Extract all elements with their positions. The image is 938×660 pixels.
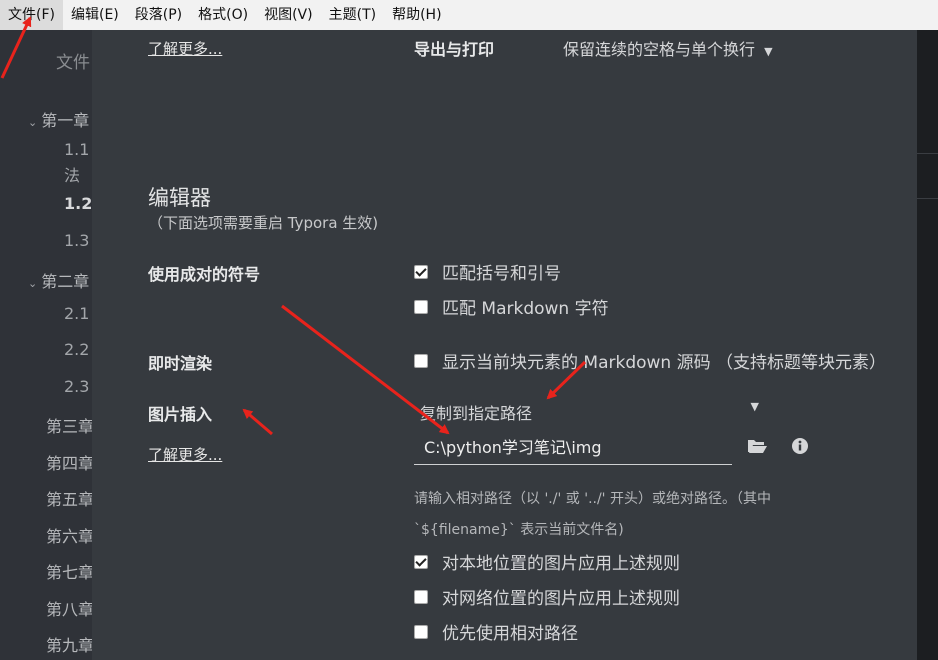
outline-item[interactable]: ⌄ 第一章 [28, 107, 89, 131]
match-brackets-checkbox[interactable] [414, 264, 428, 279]
option-label: 显示当前块元素的 Markdown 源码 （支持标题等块元素） [442, 353, 886, 373]
outline-item[interactable]: 法 [64, 162, 80, 186]
menu-bar: 文件(F) 编辑(E) 段落(P) 格式(O) 视图(V) 主题(T) 帮助(H… [0, 0, 938, 31]
sidebar-title: 文件 [56, 53, 90, 73]
outline-item[interactable]: 2.1 [64, 304, 89, 323]
export-select-value: 保留连续的空格与单个换行 [563, 40, 756, 59]
outline-item[interactable]: 2.2 [64, 340, 89, 359]
image-learn-more-link[interactable]: 了解更多... [148, 444, 222, 465]
editor-restart-note: （下面选项需要重启 Typora 生效) [148, 214, 379, 232]
outline-sidebar: 文件 ⌄ 第一章 1.1 法 1.2 1.3 ⌄ 第二章 2.1 2.2 2.3 第… [0, 30, 92, 660]
outline-item[interactable]: 第六章 [46, 523, 92, 547]
match-brackets-option[interactable]: 匹配括号和引号 [414, 259, 561, 284]
menu-edit[interactable]: 编辑(E) [63, 0, 127, 30]
option-label: 优先使用相对路径 [442, 624, 578, 644]
image-insert-select[interactable]: 复制到指定路径 ▼ [414, 398, 759, 424]
outline-item[interactable]: ⌄ 第二章 [28, 268, 89, 292]
divider [917, 153, 938, 154]
prefer-relative-option[interactable]: 优先使用相对路径 [414, 619, 578, 644]
divider [917, 198, 938, 199]
outline-item[interactable]: 第五章 [46, 486, 92, 510]
menu-help[interactable]: 帮助(H) [384, 0, 449, 30]
chevron-down-icon[interactable]: ⌄ [28, 116, 37, 129]
menu-paragraph[interactable]: 段落(P) [127, 0, 190, 30]
outline-item[interactable]: 第三章 [46, 413, 92, 437]
preferences-panel: 了解更多... 导出与打印 保留连续的空格与单个换行 ▼ 编辑器 （下面选项需要… [92, 30, 917, 660]
folder-open-icon[interactable] [746, 435, 768, 457]
menu-format[interactable]: 格式(O) [190, 0, 256, 30]
outline-item[interactable]: 2.3 [64, 377, 89, 396]
outline-item[interactable]: 第七章 [46, 559, 92, 583]
outline-item[interactable]: 1.1 [64, 140, 89, 159]
option-label: 匹配括号和引号 [442, 264, 561, 284]
instant-render-label: 即时渲染 [148, 354, 213, 373]
right-edge-panel [917, 30, 938, 660]
dropdown-arrow-icon: ▼ [764, 45, 773, 58]
export-learn-more-link[interactable]: 了解更多... [148, 38, 222, 59]
outline-item[interactable]: 第九章 [46, 632, 92, 656]
outline-item-active[interactable]: 1.2 [64, 194, 92, 213]
image-insert-label: 图片插入 [148, 405, 213, 424]
option-label: 对网络位置的图片应用上述规则 [442, 589, 680, 609]
image-path-input[interactable] [414, 427, 732, 465]
menu-theme[interactable]: 主题(T) [321, 0, 384, 30]
prefer-relative-checkbox[interactable] [414, 624, 428, 639]
export-select[interactable]: 保留连续的空格与单个换行 ▼ [563, 36, 773, 60]
image-insert-select-value: 复制到指定路径 [420, 404, 533, 423]
editor-section-title: 编辑器 [148, 186, 211, 210]
option-label: 对本地位置的图片应用上述规则 [442, 554, 680, 574]
export-label: 导出与打印 [414, 40, 495, 59]
outline-item[interactable]: 第四章 [46, 450, 92, 474]
chevron-down-icon[interactable]: ⌄ [28, 277, 37, 290]
show-source-option[interactable]: 显示当前块元素的 Markdown 源码 （支持标题等块元素） [414, 348, 886, 373]
apply-local-checkbox[interactable] [414, 554, 428, 569]
apply-network-option[interactable]: 对网络位置的图片应用上述规则 [414, 584, 680, 609]
match-markdown-checkbox[interactable] [414, 299, 428, 314]
pairs-label: 使用成对的符号 [148, 265, 261, 284]
apply-network-checkbox[interactable] [414, 589, 428, 604]
show-source-checkbox[interactable] [414, 353, 428, 368]
dropdown-arrow-icon: ▼ [750, 400, 759, 413]
path-hint-line1: 请输入相对路径（以 './' 或 '../' 开头）或绝对路径。（其中 [414, 491, 771, 507]
option-label: 匹配 Markdown 字符 [442, 299, 609, 319]
outline-item[interactable]: 第八章 [46, 596, 92, 620]
menu-file[interactable]: 文件(F) [0, 0, 63, 30]
menu-view[interactable]: 视图(V) [256, 0, 321, 30]
apply-local-option[interactable]: 对本地位置的图片应用上述规则 [414, 549, 680, 574]
match-markdown-option[interactable]: 匹配 Markdown 字符 [414, 294, 609, 319]
outline-item[interactable]: 1.3 [64, 231, 89, 250]
path-hint-line2: `${filename}` 表示当前文件名) [414, 522, 624, 538]
info-icon[interactable] [789, 435, 811, 457]
